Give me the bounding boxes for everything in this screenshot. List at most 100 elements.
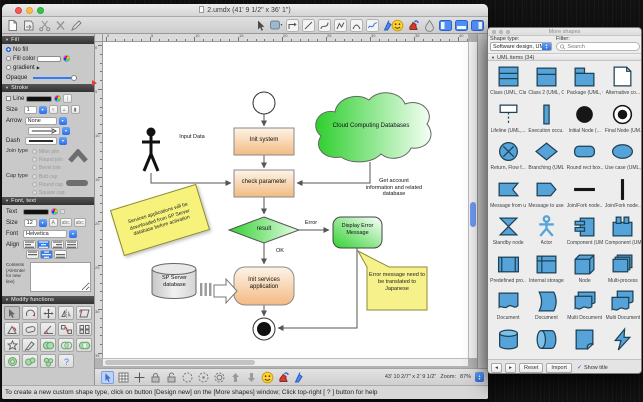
emoji-icon[interactable] bbox=[391, 19, 404, 32]
panel-left-icon[interactable] bbox=[439, 19, 452, 32]
shape-item[interactable]: Package (UML, C... bbox=[566, 62, 604, 100]
lock-icon[interactable] bbox=[149, 371, 162, 384]
gradient-option[interactable]: gradient ▶ bbox=[6, 63, 92, 72]
panel-bottom-icon[interactable] bbox=[455, 19, 468, 32]
modify-angle-icon[interactable] bbox=[40, 322, 56, 336]
shape-item[interactable]: Branching (UML... bbox=[527, 137, 565, 175]
modify-subtract-icon[interactable] bbox=[4, 354, 20, 368]
zoom-stepper[interactable]: ▴ ▾ bbox=[475, 372, 484, 382]
modify-rotate-icon[interactable] bbox=[22, 306, 38, 320]
font-size-dropdown[interactable]: ▾ bbox=[38, 218, 47, 227]
start-node[interactable] bbox=[252, 91, 276, 115]
spray-icon[interactable] bbox=[407, 19, 420, 32]
search-input[interactable] bbox=[567, 43, 636, 50]
line-checkbox[interactable] bbox=[6, 96, 11, 101]
text-option-checkbox[interactable] bbox=[60, 209, 66, 214]
arrow-preview[interactable] bbox=[28, 126, 60, 135]
text-style-button[interactable]: abc bbox=[73, 218, 86, 227]
delete-icon[interactable] bbox=[54, 19, 67, 32]
select-cursor-icon[interactable] bbox=[254, 19, 267, 32]
grid-icon[interactable] bbox=[117, 371, 130, 384]
actor-shape[interactable] bbox=[142, 127, 160, 172]
font-size-value[interactable]: 12 bbox=[23, 218, 37, 227]
modify-connect-icon[interactable] bbox=[58, 322, 74, 336]
modify-union-icon[interactable] bbox=[40, 338, 56, 352]
shape-item[interactable]: Actor bbox=[527, 212, 565, 250]
shape-item[interactable]: Internal storage bbox=[527, 250, 565, 288]
modify-pen-icon[interactable] bbox=[22, 338, 38, 352]
modify-star-icon[interactable] bbox=[4, 338, 20, 352]
panel-right-icon[interactable] bbox=[471, 19, 484, 32]
vertical-scroll-thumb[interactable] bbox=[470, 202, 476, 227]
title-bar[interactable]: 2.umdx (41' 9 1/2" x 36' 1") bbox=[2, 4, 488, 17]
modify-exclude-icon[interactable] bbox=[76, 338, 92, 352]
align-right-button[interactable] bbox=[51, 240, 65, 249]
disclosure-arrow-icon[interactable]: ▶ bbox=[37, 65, 40, 70]
fill-color-radio[interactable] bbox=[6, 56, 11, 61]
vertical-scrollbar[interactable] bbox=[468, 42, 477, 358]
new-document-icon[interactable] bbox=[6, 19, 19, 32]
shape-item[interactable]: Join/Fork node... bbox=[566, 175, 604, 213]
align-top-button[interactable] bbox=[26, 250, 39, 259]
modify-skew-icon[interactable] bbox=[76, 306, 92, 320]
ink-drop-icon[interactable] bbox=[423, 19, 436, 32]
connector-input-data[interactable] bbox=[150, 173, 232, 186]
spray-icon[interactable] bbox=[277, 371, 290, 384]
fill-color-swatch[interactable] bbox=[37, 55, 62, 62]
shape-item[interactable]: Document bbox=[489, 287, 527, 325]
shape-item[interactable] bbox=[527, 325, 565, 360]
shape-item[interactable]: Multi-process bbox=[604, 250, 641, 288]
no-fill-radio[interactable] bbox=[6, 47, 11, 52]
nudge-up-icon[interactable] bbox=[229, 371, 242, 384]
modify-help-icon[interactable]: ? bbox=[58, 354, 74, 368]
dash-value[interactable] bbox=[25, 136, 58, 145]
font-larger-button[interactable]: A bbox=[48, 218, 58, 227]
shape-item[interactable]: Final Node (UM... bbox=[604, 100, 641, 138]
line-tool-icon[interactable] bbox=[302, 19, 315, 32]
polyline-tool-icon[interactable] bbox=[334, 19, 347, 32]
snap-circle-1-icon[interactable] bbox=[181, 371, 194, 384]
shape-item[interactable]: Component (UML... bbox=[604, 212, 641, 250]
shape-item[interactable]: Alternative co... bbox=[604, 62, 641, 100]
shape-style-dropdown-icon[interactable] bbox=[270, 19, 283, 32]
text-case-button[interactable]: abc bbox=[59, 218, 72, 227]
cut-icon[interactable] bbox=[38, 19, 51, 32]
gradient-radio[interactable] bbox=[6, 65, 11, 70]
shape-item[interactable]: Execution occu... bbox=[527, 100, 565, 138]
shape-item[interactable]: Return, Flow f... bbox=[489, 137, 527, 175]
shape-item[interactable]: Multi Document bbox=[566, 287, 604, 325]
pen-blue-icon[interactable] bbox=[293, 371, 306, 384]
snap-circle-3-icon[interactable] bbox=[213, 371, 226, 384]
arrow-type-dropdown[interactable]: ▾ bbox=[58, 116, 67, 125]
thick-line-button[interactable]: ▵ bbox=[59, 105, 69, 114]
contents-textarea[interactable] bbox=[30, 262, 91, 292]
next-page-button[interactable]: ▸ bbox=[505, 362, 516, 373]
align-middle-button[interactable] bbox=[40, 250, 53, 259]
arrow-type-value[interactable]: None bbox=[24, 116, 57, 125]
stroke-section-header[interactable]: ▼ Stroke bbox=[2, 84, 94, 92]
edit-pen-icon[interactable] bbox=[70, 19, 83, 32]
dash-dropdown[interactable]: ▾ bbox=[59, 136, 68, 145]
join-bevel-option[interactable]: Bevel join bbox=[32, 163, 92, 172]
align-center-button[interactable] bbox=[37, 240, 51, 249]
reset-button[interactable]: Reset bbox=[519, 362, 544, 373]
modify-shear-icon[interactable] bbox=[22, 322, 38, 336]
stroke-size-value[interactable]: 1 bbox=[23, 105, 37, 114]
modify-intersect-icon[interactable] bbox=[58, 338, 74, 352]
align-bottom-button[interactable] bbox=[54, 250, 67, 259]
crosshair-icon[interactable] bbox=[133, 371, 146, 384]
search-field[interactable] bbox=[556, 42, 640, 51]
opacity-slider[interactable] bbox=[33, 74, 78, 81]
line-style-button[interactable]: │ bbox=[63, 94, 73, 103]
nudge-down-icon[interactable] bbox=[245, 371, 258, 384]
snap-circle-2-icon[interactable] bbox=[197, 371, 210, 384]
shape-item[interactable]: Node bbox=[566, 250, 604, 288]
color-wheel-icon[interactable] bbox=[51, 208, 59, 215]
modify-move-icon[interactable] bbox=[40, 306, 56, 320]
font-family-value[interactable]: Helvetica bbox=[23, 229, 68, 238]
shape-item[interactable]: Standby node bbox=[489, 212, 527, 250]
shape-item[interactable]: Join/Fork node... bbox=[604, 175, 641, 213]
thin-line-button[interactable]: ▿ bbox=[48, 105, 58, 114]
shape-item[interactable]: Multi Document bbox=[604, 287, 641, 325]
modify-fragment-icon[interactable] bbox=[40, 354, 56, 368]
